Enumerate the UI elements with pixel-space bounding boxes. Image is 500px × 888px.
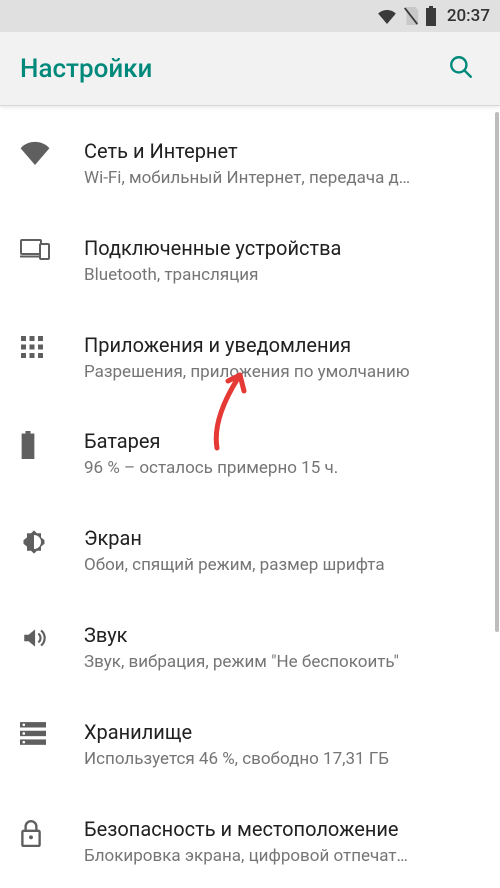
settings-item-security[interactable]: Безопасность и местоположение Блокировка… <box>0 794 500 888</box>
settings-item-sound[interactable]: Звук Звук, вибрация, режим "Не беспокоит… <box>0 600 500 697</box>
lock-icon <box>20 816 84 847</box>
item-subtitle: Звук, вибрация, режим "Не беспокоить" <box>84 651 480 675</box>
storage-icon <box>20 719 84 746</box>
battery-icon <box>20 428 84 459</box>
settings-item-display[interactable]: Экран Обои, спящий режим, размер шрифта <box>0 503 500 600</box>
no-sim-icon <box>403 7 419 25</box>
volume-icon <box>20 622 84 651</box>
item-subtitle: Bluetooth, трансляция <box>84 264 480 288</box>
scrollbar[interactable] <box>495 112 499 632</box>
devices-icon <box>20 235 84 260</box>
item-subtitle: Wi-Fi, мобильный Интернет, передача д… <box>84 167 480 191</box>
settings-item-storage[interactable]: Хранилище Используется 46 %, свободно 17… <box>0 697 500 794</box>
item-title: Батарея <box>84 428 480 455</box>
status-time: 20:37 <box>447 6 490 26</box>
item-title: Хранилище <box>84 719 480 746</box>
page-title: Настройки <box>20 54 152 84</box>
item-subtitle: 96 % – осталось примерно 15 ч. <box>84 457 480 481</box>
item-title: Подключенные устройства <box>84 235 480 262</box>
app-bar: Настройки <box>0 32 500 106</box>
item-subtitle: Блокировка экрана, цифровой отпечат… <box>84 845 480 869</box>
status-bar: 20:37 <box>0 0 500 32</box>
search-icon <box>448 68 474 83</box>
wifi-icon <box>20 138 84 165</box>
search-button[interactable] <box>442 48 480 89</box>
item-title: Звук <box>84 622 480 649</box>
brightness-icon <box>20 525 84 556</box>
item-title: Приложения и уведомления <box>84 332 480 359</box>
item-title: Сеть и Интернет <box>84 138 480 165</box>
item-subtitle: Разрешения, приложения по умолчанию <box>84 361 480 385</box>
settings-item-network[interactable]: Сеть и Интернет Wi-Fi, мобильный Интерне… <box>0 116 500 213</box>
settings-item-apps[interactable]: Приложения и уведомления Разрешения, при… <box>0 310 500 407</box>
settings-item-battery[interactable]: Батарея 96 % – осталось примерно 15 ч. <box>0 406 500 503</box>
settings-item-connected-devices[interactable]: Подключенные устройства Bluetooth, транс… <box>0 213 500 310</box>
item-subtitle: Обои, спящий режим, размер шрифта <box>84 554 480 578</box>
item-subtitle: Используется 46 %, свободно 17,31 ГБ <box>84 748 480 772</box>
item-title: Экран <box>84 525 480 552</box>
settings-list: Сеть и Интернет Wi-Fi, мобильный Интерне… <box>0 106 500 888</box>
wifi-icon <box>377 8 397 24</box>
item-title: Безопасность и местоположение <box>84 816 480 843</box>
apps-icon <box>20 332 84 359</box>
battery-icon <box>425 6 437 26</box>
